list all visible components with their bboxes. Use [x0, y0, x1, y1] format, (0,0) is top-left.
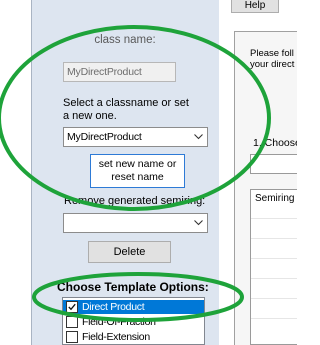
template-option-label: Field-Extension [82, 331, 150, 343]
select-classname-hint: Select a classname or set a new one. [63, 97, 189, 122]
classname-combobox[interactable]: MyDirectProduct [63, 127, 208, 147]
class-name-field: MyDirectProduct [63, 62, 176, 82]
checkbox-unchecked[interactable] [66, 331, 78, 343]
checkbox-checked[interactable] [66, 301, 78, 313]
template-option-label: Field-Of-Fraction [82, 316, 156, 328]
list-row-divider [251, 218, 297, 219]
class-name-title: class name: [94, 34, 156, 46]
list-row-divider [251, 258, 297, 259]
set-new-name-button[interactable]: set new name or reset name [90, 154, 185, 188]
template-options-title: Choose Template Options: [57, 280, 209, 294]
right-input-field[interactable] [250, 154, 297, 174]
list-row-divider [251, 278, 297, 279]
list-row-divider [251, 238, 297, 239]
instructions-line-2: your direct [250, 59, 295, 70]
help-button[interactable]: Help [231, 0, 279, 13]
list-row-divider [251, 298, 297, 299]
chevron-down-icon[interactable] [194, 133, 203, 140]
template-option-field-of-fraction[interactable]: Field-Of-Fraction [63, 315, 204, 329]
template-option-field-extension[interactable]: Field-Extension [63, 330, 204, 344]
checkmark-icon [68, 303, 76, 311]
classname-combobox-value: MyDirectProduct [67, 131, 142, 143]
template-option-label: Direct Product [82, 301, 145, 313]
list-row-divider [251, 318, 297, 319]
instructions-text: Please foll your direct [250, 48, 297, 70]
semiring-list[interactable]: Semiring [250, 189, 297, 345]
delete-button[interactable]: Delete [88, 241, 171, 263]
semiring-list-header: Semiring [255, 193, 295, 204]
step-label: 1. Choose [253, 137, 297, 149]
template-option-direct-product[interactable]: Direct Product [63, 300, 204, 314]
template-options-list[interactable]: Direct Product Field-Of-Fraction Field-E… [62, 297, 205, 345]
remove-semiring-label: Remove generated semiring: [64, 195, 206, 207]
chevron-down-icon[interactable] [194, 219, 203, 226]
checkbox-unchecked[interactable] [66, 316, 78, 328]
instructions-line-1: Please foll [250, 48, 294, 59]
remove-semiring-combobox[interactable] [63, 213, 208, 233]
